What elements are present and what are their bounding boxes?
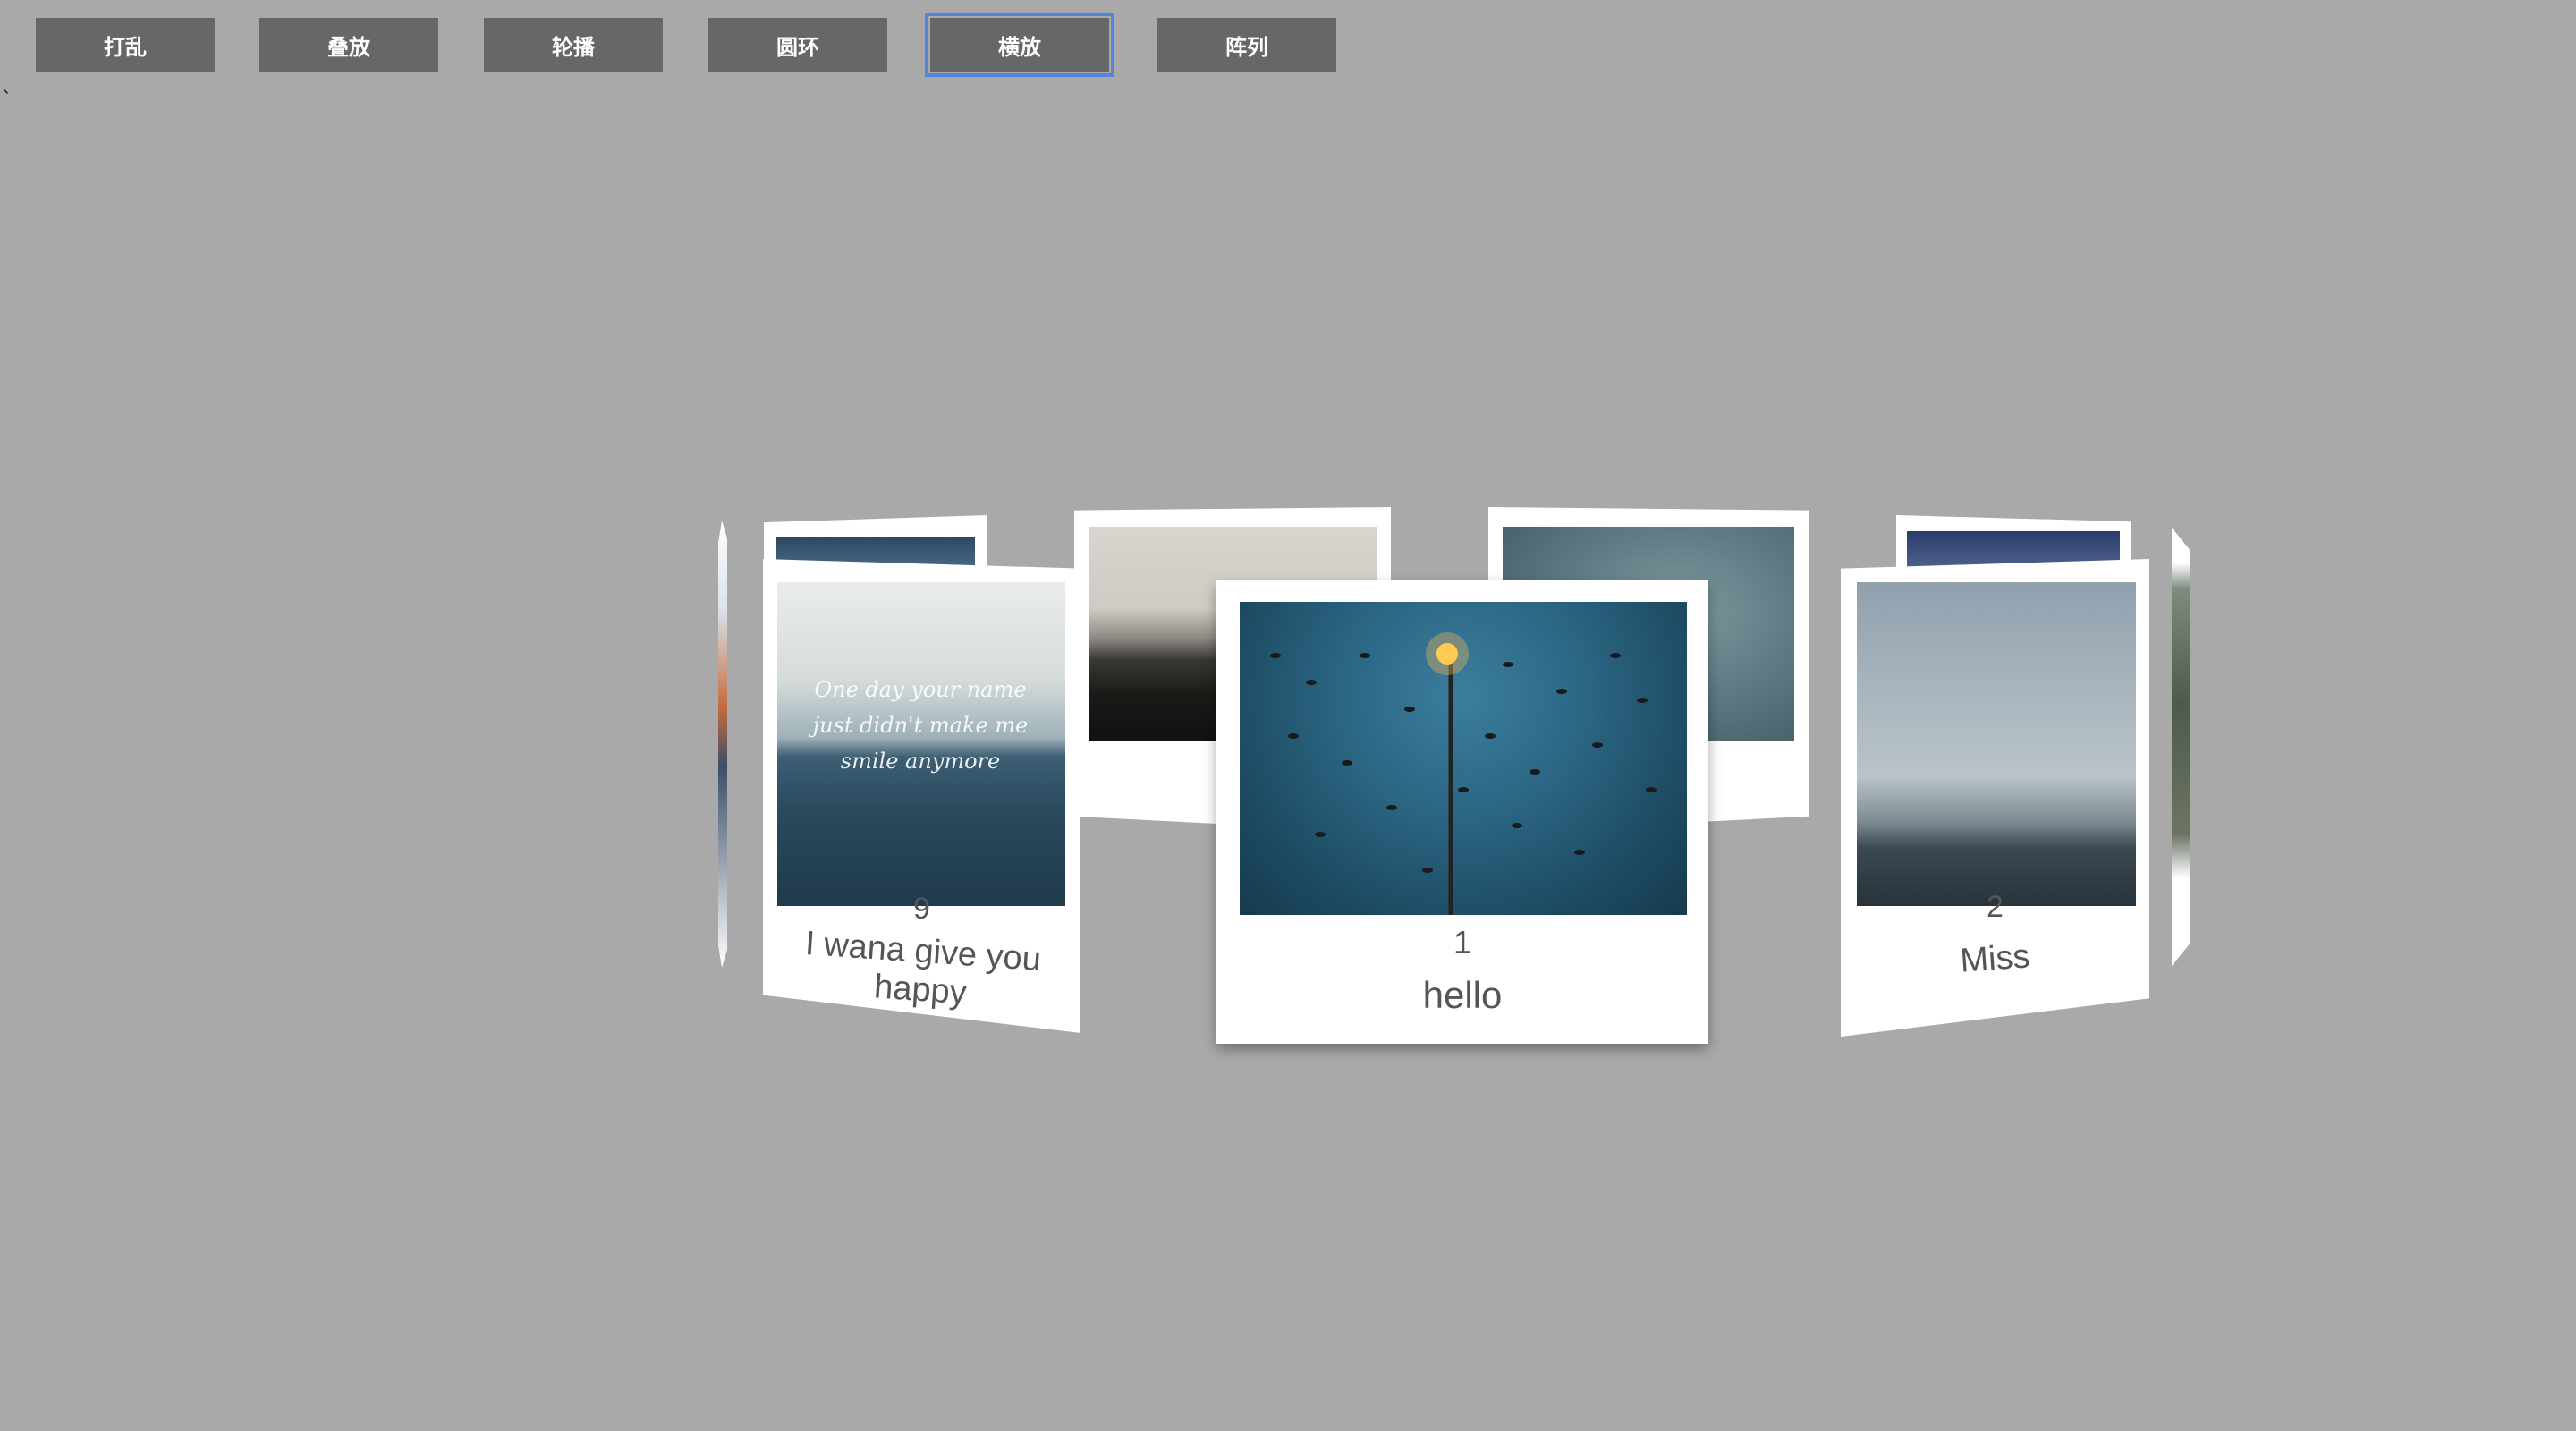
photo-card-caption: Miss [1959, 937, 2031, 980]
photo-stage: One day your name just didn't make me sm… [0, 0, 2576, 1431]
photo [1240, 602, 1687, 915]
photo-handwriting-text: One day your name just didn't make me sm… [812, 677, 1029, 774]
photo-card-number: 9 [913, 892, 930, 926]
photo-card-number: 2 [1987, 890, 2004, 924]
photo-card-2[interactable]: 2 Miss [1841, 559, 2149, 1037]
photo-card-1[interactable]: 1 hello [1216, 580, 1708, 1044]
photo: One day your name just didn't make me sm… [777, 582, 1065, 906]
photo-card-9[interactable]: One day your name just didn't make me sm… [763, 559, 1080, 1033]
photo-card-caption: hello [1422, 974, 1503, 1016]
photo [1857, 582, 2136, 906]
photo-card-number: 1 [1453, 924, 1472, 961]
photo-card-sliver-right[interactable] [2172, 528, 2190, 966]
photo-card-sliver-left[interactable] [718, 521, 727, 968]
lamp-post-icon [1270, 632, 1657, 915]
photo-card-caption: I wana give you happy [803, 924, 1043, 1012]
